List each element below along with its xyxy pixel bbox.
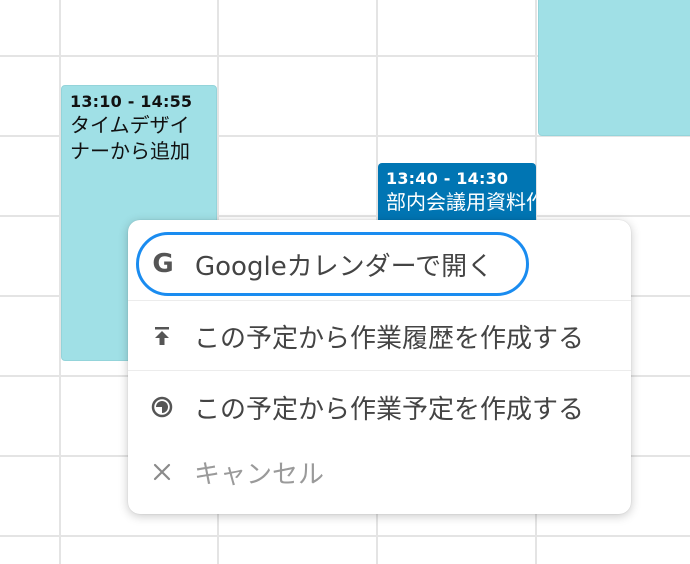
- menu-item-label: Googleカレンダーで開く: [195, 251, 494, 282]
- event-time: 13:40 - 14:30: [386, 169, 509, 188]
- calendar-event[interactable]: [538, 0, 690, 136]
- menu-item-label: この予定から作業予定を作成する: [194, 394, 585, 425]
- create-work-plan-item[interactable]: この予定から作業予定を作成する: [128, 370, 631, 443]
- create-work-history-item[interactable]: この予定から作業履歴を作成する: [128, 300, 631, 371]
- event-title: タイムデザイナーから追加: [70, 113, 190, 163]
- menu-item-label: キャンセル: [194, 459, 325, 490]
- event-title: 部内会議用資料作成: [386, 190, 536, 214]
- half-circle-clock-icon: [150, 396, 174, 418]
- close-icon: [150, 463, 174, 481]
- cancel-item[interactable]: キャンセル: [128, 442, 631, 502]
- upload-arrow-icon: [150, 326, 174, 346]
- menu-item-label: この予定から作業履歴を作成する: [194, 323, 585, 354]
- context-menu: G Googleカレンダーで開く この予定から作業履歴を作成する この予定から作…: [128, 220, 631, 514]
- google-g-icon: G: [152, 249, 174, 279]
- open-in-google-calendar-item[interactable]: G Googleカレンダーで開く: [136, 232, 529, 296]
- grid-row-line: [0, 535, 690, 537]
- event-time: 13:10 - 14:55: [70, 92, 193, 111]
